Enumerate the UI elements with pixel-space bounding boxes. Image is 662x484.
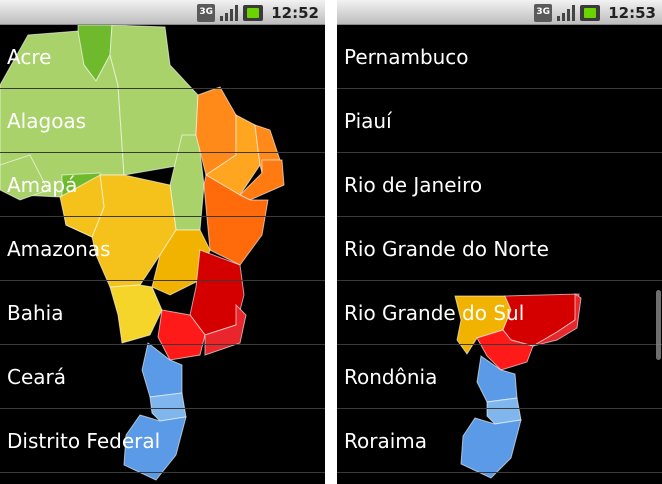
list-item[interactable]: Acre	[0, 25, 325, 89]
list-item[interactable]: Rio Grande do Norte	[337, 217, 662, 281]
signal-strength-icon	[557, 4, 576, 21]
clock: 12:53	[608, 3, 656, 22]
battery-icon	[243, 4, 264, 21]
phone-screen-right: 3G 12:53 Pernambuco Piauí Rio de Janeiro…	[337, 0, 662, 484]
list-item[interactable]: Ceará	[0, 345, 325, 409]
status-bar: 3G 12:53	[337, 0, 662, 25]
signal-strength-icon	[220, 4, 239, 21]
phone-screen-left: 3G 12:52 Acre Alagoas Amapá Amazonas Bah…	[0, 0, 325, 484]
list-item[interactable]: Alagoas	[0, 89, 325, 153]
state-list: Pernambuco Piauí Rio de Janeiro Rio Gran…	[337, 25, 662, 473]
list-item[interactable]: Rio Grande do Sul	[337, 281, 662, 345]
list-item[interactable]: Roraima	[337, 409, 662, 473]
list-item[interactable]: Amazonas	[0, 217, 325, 281]
list-item[interactable]: Bahia	[0, 281, 325, 345]
status-bar: 3G 12:52	[0, 0, 325, 25]
state-list: Acre Alagoas Amapá Amazonas Bahia Ceará …	[0, 25, 325, 473]
network-3g-icon: 3G	[534, 3, 553, 22]
network-3g-icon: 3G	[197, 3, 216, 22]
list-item[interactable]: Pernambuco	[337, 25, 662, 89]
clock: 12:52	[271, 3, 319, 22]
list-item[interactable]: Rondônia	[337, 345, 662, 409]
battery-icon	[580, 4, 601, 21]
list-item[interactable]: Rio de Janeiro	[337, 153, 662, 217]
list-item[interactable]: Piauí	[337, 89, 662, 153]
scrollbar[interactable]	[656, 290, 661, 360]
list-item[interactable]: Amapá	[0, 153, 325, 217]
list-item[interactable]: Distrito Federal	[0, 409, 325, 473]
